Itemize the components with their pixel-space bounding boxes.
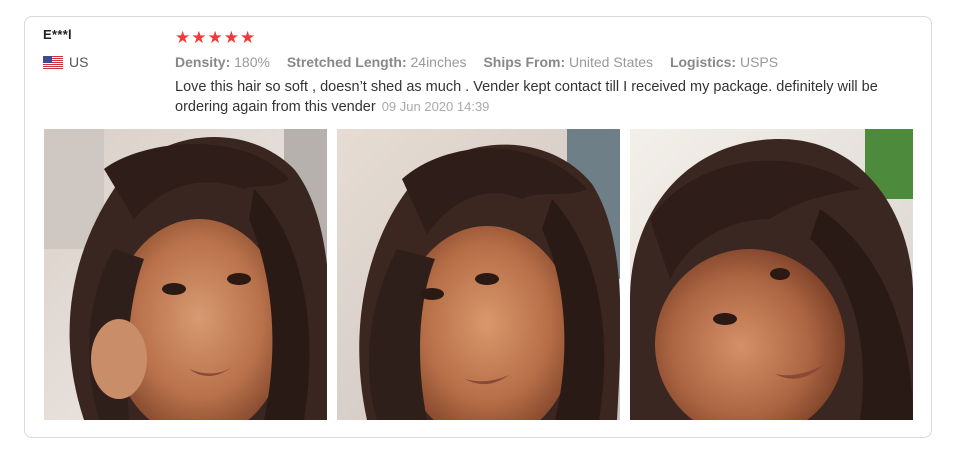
star-icon: ★ <box>223 28 239 48</box>
spec-value: United States <box>569 54 654 70</box>
review-photos <box>44 129 913 420</box>
selfie-photo-icon <box>44 129 327 420</box>
review-card: E***l US ★ ★ ★ ★ ★ Density: 180% Stretch… <box>24 16 932 438</box>
reviewer-info: E***l US <box>43 27 88 70</box>
review-photo-2[interactable] <box>337 129 620 420</box>
star-rating: ★ ★ ★ ★ ★ <box>175 29 925 47</box>
star-icon: ★ <box>175 28 191 48</box>
spec-key: Logistics: <box>669 54 737 70</box>
country-label: US <box>69 54 89 70</box>
spec-value: 180% <box>234 54 270 70</box>
spec-key: Density: <box>175 54 231 70</box>
review-photo-3[interactable] <box>630 129 913 420</box>
spec-density: Density: 180% <box>175 54 270 70</box>
us-flag-icon <box>43 55 63 69</box>
star-icon: ★ <box>240 28 256 48</box>
selfie-photo-icon <box>337 129 620 420</box>
star-icon: ★ <box>191 28 207 48</box>
spec-ships-from: Ships From: United States <box>483 54 653 70</box>
comment-text: Love this hair so soft , doesn’t shed as… <box>175 79 878 115</box>
star-icon: ★ <box>207 28 223 48</box>
review-comment: Love this hair so soft , doesn’t shed as… <box>175 78 925 117</box>
spec-key: Ships From: <box>483 54 566 70</box>
review-photo-1[interactable] <box>44 129 327 420</box>
review-date: 09 Jun 2020 14:39 <box>381 99 490 114</box>
reviewer-country: US <box>43 54 88 70</box>
reviewer-name: E***l <box>43 27 72 42</box>
spec-value: 24inches <box>410 54 467 70</box>
spec-logistics: Logistics: USPS <box>670 54 778 70</box>
selfie-photo-icon <box>630 129 913 420</box>
spec-stretched-length: Stretched Length: 24inches <box>287 54 467 70</box>
review-body: ★ ★ ★ ★ ★ Density: 180% Stretched Length… <box>175 29 925 117</box>
product-specs: Density: 180% Stretched Length: 24inches… <box>175 54 925 70</box>
spec-key: Stretched Length: <box>286 54 407 70</box>
spec-value: USPS <box>739 54 779 70</box>
